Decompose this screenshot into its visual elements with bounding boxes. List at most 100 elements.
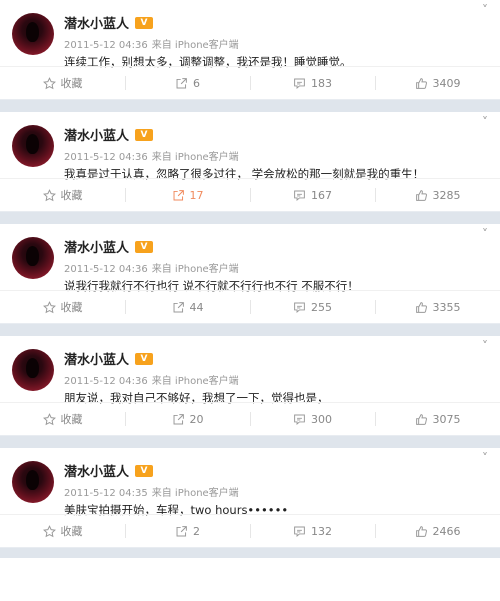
action-bar: 收藏 44 255 3355 <box>0 290 500 323</box>
like-count: 3355 <box>432 300 461 314</box>
chevron-down-icon[interactable]: ˅ <box>482 339 488 353</box>
comment-count: 255 <box>311 300 332 314</box>
like-count: 2466 <box>432 524 461 538</box>
avatar[interactable] <box>12 13 54 55</box>
comment-button[interactable]: 132 <box>250 515 375 547</box>
like-button[interactable]: 3409 <box>375 67 500 99</box>
repost-count: 20 <box>189 412 204 426</box>
favorite-label: 收藏 <box>60 301 83 314</box>
repost-button[interactable]: 44 <box>125 291 250 323</box>
repost-count: 6 <box>193 76 200 90</box>
repost-icon <box>173 301 184 312</box>
favorite-label: 收藏 <box>60 413 83 426</box>
post-meta: 2011-5-12 04:35 来自 iPhone客户端 <box>64 484 239 499</box>
repost-icon <box>173 413 184 424</box>
comment-button[interactable]: 183 <box>250 67 375 99</box>
post-date[interactable]: 2011-5-12 04:35 <box>64 488 148 499</box>
action-bar: 收藏 2 132 2466 <box>0 514 500 547</box>
post-divider <box>0 323 500 336</box>
star-icon <box>42 300 56 313</box>
vip-badge-icon: V <box>135 464 154 477</box>
author-name[interactable]: 潜水小蓝人 <box>64 13 129 32</box>
thumbs-up-icon <box>415 189 427 201</box>
post-date[interactable]: 2011-5-12 04:36 <box>64 376 148 387</box>
post-divider <box>0 435 500 448</box>
comment-icon <box>294 78 305 89</box>
post-source: 来自 iPhone客户端 <box>151 488 239 499</box>
chevron-down-icon[interactable]: ˅ <box>482 115 488 129</box>
post-date[interactable]: 2011-5-12 04:36 <box>64 40 148 51</box>
like-count: 3075 <box>432 412 461 426</box>
comment-count: 183 <box>311 76 332 90</box>
like-button[interactable]: 3285 <box>375 179 500 211</box>
repost-button[interactable]: 2 <box>125 515 250 547</box>
thumbs-up-icon <box>415 77 427 89</box>
post-source: 来自 iPhone客户端 <box>151 376 239 387</box>
comment-icon <box>294 526 305 537</box>
action-bar: 收藏 17 167 3285 <box>0 178 500 211</box>
post-source: 来自 iPhone客户端 <box>151 40 239 51</box>
repost-button[interactable]: 17 <box>125 179 250 211</box>
action-bar: 收藏 6 183 3409 <box>0 66 500 99</box>
favorite-button[interactable]: 收藏 <box>0 67 125 99</box>
repost-icon <box>173 189 184 200</box>
thumbs-up-icon <box>415 413 427 425</box>
author-name[interactable]: 潜水小蓝人 <box>64 349 129 368</box>
favorite-button[interactable]: 收藏 <box>0 515 125 547</box>
avatar[interactable] <box>12 461 54 503</box>
post-meta: 2011-5-12 04:36 来自 iPhone客户端 <box>64 372 239 387</box>
post-divider <box>0 211 500 224</box>
favorite-button[interactable]: 收藏 <box>0 403 125 435</box>
favorite-button[interactable]: 收藏 <box>0 291 125 323</box>
like-count: 3285 <box>432 188 461 202</box>
post-divider <box>0 99 500 112</box>
avatar[interactable] <box>12 237 54 279</box>
avatar[interactable] <box>12 349 54 391</box>
post-meta: 2011-5-12 04:36 来自 iPhone客户端 <box>64 260 239 275</box>
post-card: 潜水小蓝人 V ˅ 2011-5-12 04:36 来自 iPhone客户端 朋友… <box>0 336 500 435</box>
repost-button[interactable]: 20 <box>125 403 250 435</box>
repost-count: 44 <box>189 300 204 314</box>
vip-badge-icon: V <box>135 240 154 253</box>
thumbs-up-icon <box>415 301 427 313</box>
star-icon <box>42 188 56 201</box>
post-card: 潜水小蓝人 V ˅ 2011-5-12 04:36 来自 iPhone客户端 连续… <box>0 0 500 99</box>
vip-badge-icon: V <box>135 352 154 365</box>
repost-icon <box>176 77 187 88</box>
comment-count: 132 <box>311 524 332 538</box>
post-card: 潜水小蓝人 V ˅ 2011-5-12 04:35 来自 iPhone客户端 美肤… <box>0 448 500 547</box>
weibo-feed: 潜水小蓝人 V ˅ 2011-5-12 04:36 来自 iPhone客户端 连续… <box>0 0 500 558</box>
avatar[interactable] <box>12 125 54 167</box>
chevron-down-icon[interactable]: ˅ <box>482 451 488 465</box>
post-meta: 2011-5-12 04:36 来自 iPhone客户端 <box>64 36 239 51</box>
chevron-down-icon[interactable]: ˅ <box>482 227 488 241</box>
author-name[interactable]: 潜水小蓝人 <box>64 125 129 144</box>
comment-button[interactable]: 255 <box>250 291 375 323</box>
post-card: 潜水小蓝人 V ˅ 2011-5-12 04:36 来自 iPhone客户端 我真… <box>0 112 500 211</box>
favorite-label: 收藏 <box>60 189 83 202</box>
author-name[interactable]: 潜水小蓝人 <box>64 461 129 480</box>
favorite-label: 收藏 <box>60 77 83 90</box>
like-button[interactable]: 2466 <box>375 515 500 547</box>
like-button[interactable]: 3355 <box>375 291 500 323</box>
chevron-down-icon[interactable]: ˅ <box>482 3 488 17</box>
post-meta: 2011-5-12 04:36 来自 iPhone客户端 <box>64 148 239 163</box>
post-divider <box>0 547 500 558</box>
author-name[interactable]: 潜水小蓝人 <box>64 237 129 256</box>
comment-icon <box>294 414 305 425</box>
favorite-label: 收藏 <box>60 525 83 538</box>
star-icon <box>42 76 56 89</box>
comment-count: 300 <box>311 412 332 426</box>
post-date[interactable]: 2011-5-12 04:36 <box>64 152 148 163</box>
star-icon <box>42 524 56 537</box>
favorite-button[interactable]: 收藏 <box>0 179 125 211</box>
repost-button[interactable]: 6 <box>125 67 250 99</box>
like-button[interactable]: 3075 <box>375 403 500 435</box>
repost-icon <box>176 525 187 536</box>
comment-button[interactable]: 300 <box>250 403 375 435</box>
comment-icon <box>294 302 305 313</box>
post-date[interactable]: 2011-5-12 04:36 <box>64 264 148 275</box>
comment-button[interactable]: 167 <box>250 179 375 211</box>
repost-count: 2 <box>193 524 200 538</box>
vip-badge-icon: V <box>135 16 154 29</box>
